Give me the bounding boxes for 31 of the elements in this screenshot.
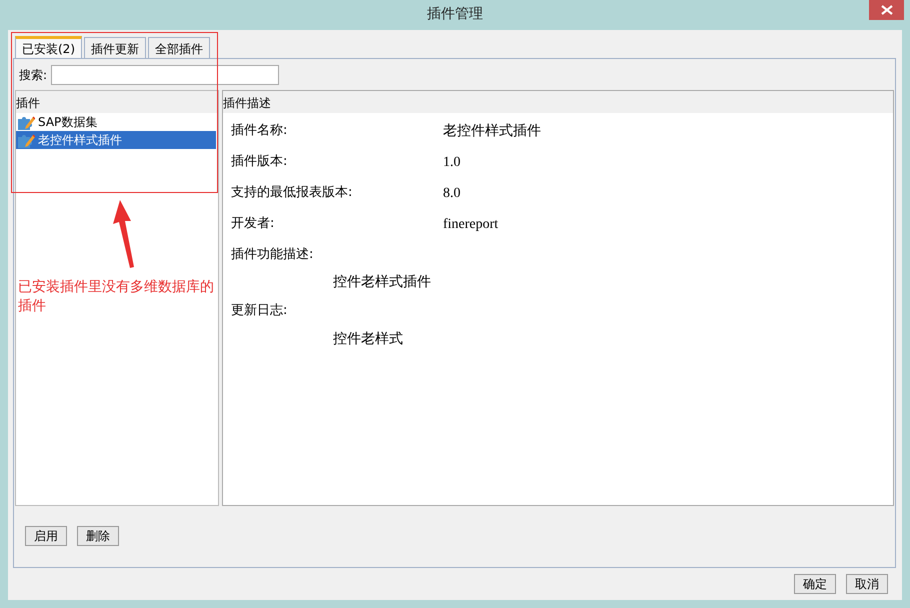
window-title: 插件管理	[427, 5, 483, 24]
tab[interactable]: 已安装(2)	[15, 36, 82, 58]
field-label: 更新日志:	[231, 303, 288, 318]
search-field[interactable]	[51, 64, 280, 85]
action-button[interactable]: 删除	[77, 526, 119, 546]
field-value: 1.0	[443, 154, 462, 172]
puzzle-icon	[17, 132, 35, 148]
field-value: finereport	[443, 216, 500, 234]
dialog-button[interactable]: 取消	[846, 574, 888, 594]
close-button[interactable]	[869, 0, 904, 20]
list-item[interactable]: 老控件样式插件	[16, 130, 216, 149]
field-value: 控件老样式	[333, 330, 403, 347]
field-label: 支持的最低报表版本:	[231, 184, 354, 202]
tab[interactable]: 全部插件	[148, 36, 210, 58]
field-label: 开发者:	[231, 214, 276, 233]
tab[interactable]: 插件更新	[84, 36, 146, 58]
field-value: 控件老样式插件	[333, 274, 431, 290]
section-header: 插件描述	[223, 90, 893, 113]
dialog-button[interactable]: 确定	[794, 574, 836, 594]
field-label: 插件名称:	[231, 122, 288, 140]
field-value: 老控件样式插件	[443, 122, 542, 141]
field-value: 8.0	[443, 184, 462, 203]
column-header: 插件	[16, 90, 218, 113]
list-item[interactable]: SAP数据集	[16, 112, 216, 131]
puzzle-icon	[17, 114, 35, 130]
search-label: 搜索:	[19, 66, 48, 84]
annotation-text: 已安装插件里没有多维数据库的插件	[18, 278, 215, 316]
close-icon	[880, 5, 892, 15]
field-label: 插件功能描述:	[231, 246, 314, 262]
field-label: 插件版本:	[231, 152, 288, 171]
action-button[interactable]: 启用	[25, 526, 67, 546]
